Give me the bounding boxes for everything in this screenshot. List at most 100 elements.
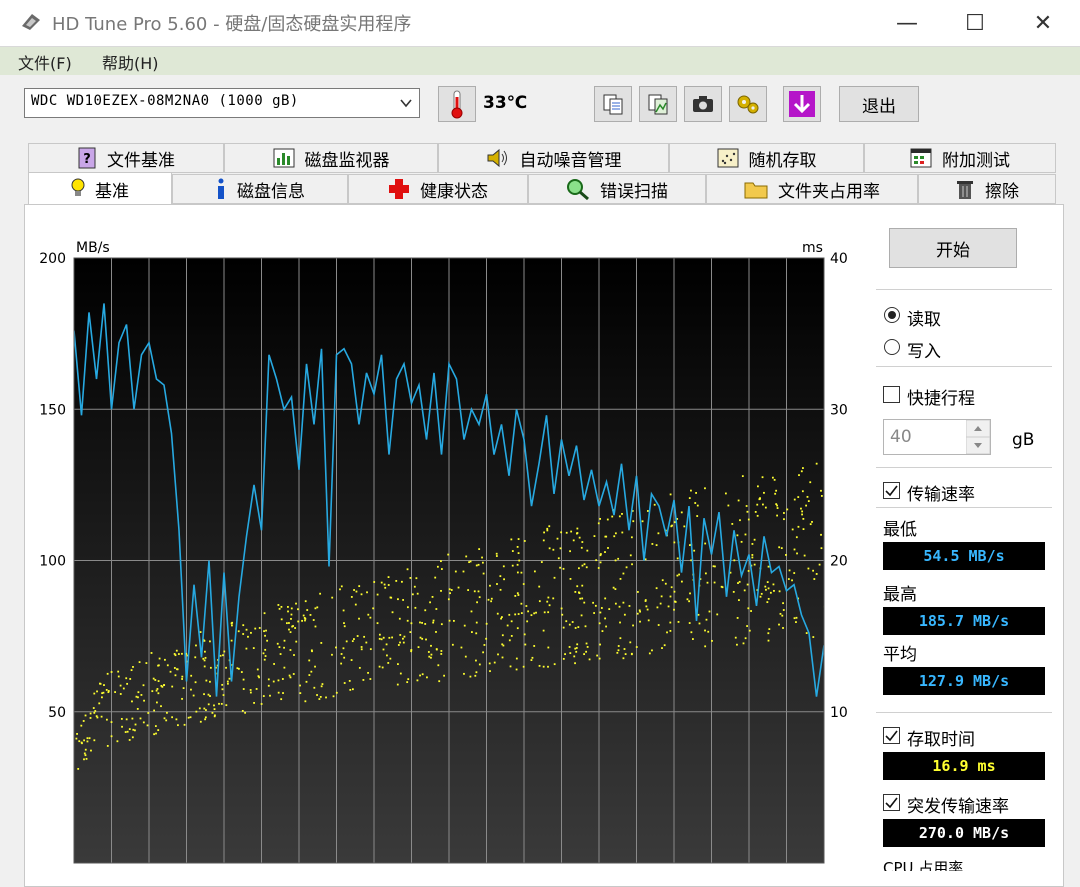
access-time-point [96,716,99,719]
access-time-point [630,652,633,655]
access-time-point [220,702,223,705]
read-radio[interactable] [884,307,900,323]
access-time-point [194,681,197,684]
access-time-point [290,613,293,616]
access-time-point [137,696,139,699]
access-time-point [425,638,427,641]
short-stroke-checkbox[interactable] [883,386,900,403]
access-time-point [489,670,491,673]
access-time-checkbox[interactable] [883,727,900,744]
access-time-point [143,699,145,702]
access-time-point [155,732,157,735]
burst-rate-label[interactable]: 突发传输速率 [907,792,1009,817]
access-time-point [100,715,103,718]
access-time-point [257,675,260,678]
access-time-point [547,646,550,649]
access-time-point [523,540,526,542]
access-time-point [176,668,179,671]
access-time-point [797,496,800,498]
write-radio[interactable] [884,339,900,355]
access-time-point [663,644,666,647]
access-time-point [160,705,162,708]
access-time-point [751,556,754,559]
access-time-point [427,651,430,653]
read-label[interactable]: 读取 [907,305,941,330]
transfer-rate-checkbox[interactable] [883,482,900,499]
access-time-point [793,617,796,620]
access-time-point [744,637,747,640]
transfer-rate-label[interactable]: 传输速率 [907,480,975,505]
write-label[interactable]: 写入 [907,337,941,362]
access-time-point [746,583,749,586]
access-time-point [435,608,438,610]
access-time-point [156,688,159,690]
access-time-point [299,692,302,695]
access-time-point [105,718,108,721]
access-time-point [535,611,537,614]
access-time-point [497,653,499,656]
access-time-point [516,627,519,630]
access-time-point [698,622,701,625]
access-time-point [416,679,419,682]
access-time-point [76,733,78,735]
access-time-point [106,672,109,675]
access-time-point [560,607,563,610]
start-button[interactable]: 开始 [889,228,1017,268]
access-time-point [796,552,798,555]
access-time-point [562,626,565,629]
y-tick-left: 50 [48,705,66,721]
access-time-point [785,554,787,556]
access-time-point [399,641,401,644]
access-time-point [365,641,368,644]
access-time-point [376,593,379,596]
access-time-point [747,570,750,572]
access-time-point [225,704,228,707]
access-time-point [605,625,607,628]
access-time-point [105,689,108,691]
access-time-point [297,608,299,611]
access-time-point [664,582,667,585]
access-time-point [629,554,632,557]
access-time-point [313,686,316,689]
access-time-point [760,592,763,595]
divider [876,712,1052,713]
short-stroke-stepper[interactable]: 40 [883,419,991,455]
access-time-point [391,636,394,639]
access-time-point [481,561,484,564]
access-time-label[interactable]: 存取时间 [907,725,975,750]
access-time-point [173,653,176,655]
access-time-point [290,617,292,620]
access-time-point [288,622,290,624]
access-time-point [448,619,451,622]
access-time-point [258,627,261,629]
access-time-point [782,609,785,611]
access-time-point [181,675,184,678]
access-time-point [363,635,366,638]
access-time-point [657,624,660,626]
access-time-point [360,646,363,648]
access-time-point [673,521,676,524]
access-time-point [797,525,800,528]
access-time-point [340,662,343,665]
short-stroke-label[interactable]: 快捷行程 [907,384,975,409]
access-time-point [85,757,88,760]
access-time-point [523,633,526,636]
access-time-point [447,598,450,601]
access-time-point [83,739,85,742]
access-time-point [130,669,133,672]
access-time-point [283,646,285,649]
access-time-point [92,707,95,709]
access-time-point [547,665,549,668]
access-time-point [764,585,767,588]
access-time-point [511,564,514,567]
access-time-point [86,740,89,743]
access-time-point [175,649,178,652]
access-time-point [576,643,579,646]
access-time-point [94,710,97,712]
access-time-point [721,586,724,589]
access-time-point [632,624,634,627]
stepper-arrows-icon[interactable] [966,420,990,454]
burst-rate-checkbox[interactable] [883,794,900,811]
access-time-point [745,505,748,507]
access-time-point [389,657,392,660]
